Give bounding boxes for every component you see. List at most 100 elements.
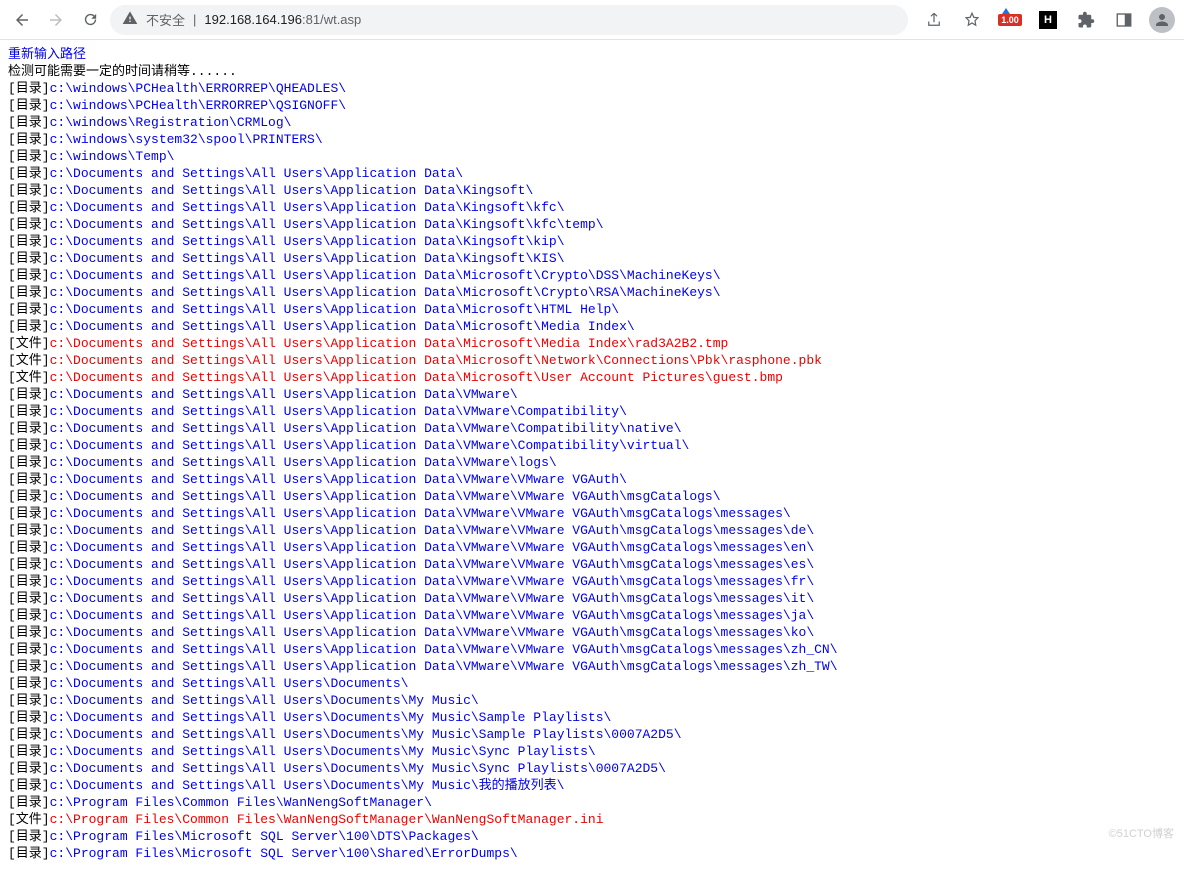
path-link[interactable]: c:\Documents and Settings\All Users\Docu…: [50, 676, 409, 691]
path-link[interactable]: c:\Program Files\Microsoft SQL Server\10…: [50, 829, 479, 844]
path-link[interactable]: c:\Documents and Settings\All Users\Appl…: [50, 455, 557, 470]
browser-toolbar: 不安全 | 192.168.164.196:81/wt.asp 1.00 H: [0, 0, 1184, 40]
dir-label: [目录]: [8, 234, 50, 249]
path-link[interactable]: c:\Documents and Settings\All Users\Docu…: [50, 761, 666, 776]
path-link[interactable]: c:\Documents and Settings\All Users\Appl…: [50, 489, 721, 504]
insecure-label: 不安全: [146, 10, 185, 29]
listing-row: [目录]c:\Documents and Settings\All Users\…: [8, 556, 1176, 573]
wait-text: 检测可能需要一定的时间请稍等......: [8, 63, 1176, 80]
listing-row: [目录]c:\Documents and Settings\All Users\…: [8, 624, 1176, 641]
listing-row: [文件]c:\Documents and Settings\All Users\…: [8, 369, 1176, 386]
path-link[interactable]: c:\Documents and Settings\All Users\Docu…: [50, 710, 612, 725]
path-link[interactable]: c:\Program Files\Common Files\WanNengSof…: [50, 795, 432, 810]
side-panel-button[interactable]: [1110, 6, 1138, 34]
reinput-path-link[interactable]: 重新输入路径: [8, 46, 1176, 63]
listing-row: [文件]c:\Documents and Settings\All Users\…: [8, 335, 1176, 352]
profile-button[interactable]: [1148, 6, 1176, 34]
path-link[interactable]: c:\Documents and Settings\All Users\Appl…: [50, 251, 565, 266]
page-content: 重新输入路径 检测可能需要一定的时间请稍等...... [目录]c:\windo…: [0, 40, 1184, 882]
path-link[interactable]: c:\Documents and Settings\All Users\Docu…: [50, 727, 682, 742]
path-link[interactable]: c:\Documents and Settings\All Users\Appl…: [50, 523, 815, 538]
dir-label: [目录]: [8, 693, 50, 708]
back-button[interactable]: [8, 6, 36, 34]
path-link[interactable]: c:\Documents and Settings\All Users\Appl…: [50, 421, 682, 436]
listing-row: [目录]c:\Documents and Settings\All Users\…: [8, 420, 1176, 437]
path-link[interactable]: c:\Documents and Settings\All Users\Appl…: [50, 438, 690, 453]
listing-row: [目录]c:\Program Files\Common Files\WanNen…: [8, 794, 1176, 811]
dir-label: [目录]: [8, 217, 50, 232]
path-link[interactable]: c:\Documents and Settings\All Users\Appl…: [50, 285, 721, 300]
reload-icon: [82, 11, 99, 28]
warning-icon: [122, 10, 138, 30]
listing-row: [目录]c:\Documents and Settings\All Users\…: [8, 658, 1176, 675]
listing-row: [目录]c:\Program Files\Microsoft SQL Serve…: [8, 845, 1176, 862]
path-link[interactable]: c:\Documents and Settings\All Users\Appl…: [50, 200, 565, 215]
path-link[interactable]: c:\Documents and Settings\All Users\Appl…: [50, 540, 815, 555]
dir-label: [目录]: [8, 557, 50, 572]
listing-row: [目录]c:\Documents and Settings\All Users\…: [8, 386, 1176, 403]
forward-button[interactable]: [42, 6, 70, 34]
path-link[interactable]: c:\windows\Temp\: [50, 149, 175, 164]
path-link[interactable]: c:\windows\PCHealth\ERRORREP\QHEADLES\: [50, 81, 346, 96]
path-link[interactable]: c:\Documents and Settings\All Users\Appl…: [50, 217, 604, 232]
path-link[interactable]: c:\Documents and Settings\All Users\Appl…: [50, 370, 783, 385]
listing-row: [目录]c:\Documents and Settings\All Users\…: [8, 488, 1176, 505]
path-link[interactable]: c:\Program Files\Common Files\WanNengSof…: [50, 812, 604, 827]
dir-label: [目录]: [8, 132, 50, 147]
path-link[interactable]: c:\Documents and Settings\All Users\Appl…: [50, 183, 534, 198]
path-link[interactable]: c:\Documents and Settings\All Users\Docu…: [50, 778, 565, 793]
file-label: [文件]: [8, 336, 50, 351]
extension-h[interactable]: H: [1034, 6, 1062, 34]
listing-row: [目录]c:\windows\Temp\: [8, 148, 1176, 165]
path-link[interactable]: c:\Documents and Settings\All Users\Appl…: [50, 625, 815, 640]
path-link[interactable]: c:\Documents and Settings\All Users\Appl…: [50, 557, 815, 572]
path-link[interactable]: c:\Documents and Settings\All Users\Appl…: [50, 302, 620, 317]
path-link[interactable]: c:\windows\system32\spool\PRINTERS\: [50, 132, 323, 147]
path-link[interactable]: c:\Documents and Settings\All Users\Appl…: [50, 642, 838, 657]
dir-label: [目录]: [8, 149, 50, 164]
listing-row: [目录]c:\Documents and Settings\All Users\…: [8, 777, 1176, 794]
listing-row: [目录]c:\Documents and Settings\All Users\…: [8, 199, 1176, 216]
path-link[interactable]: c:\Documents and Settings\All Users\Appl…: [50, 387, 518, 402]
share-icon: [925, 11, 943, 29]
listing-row: [目录]c:\Documents and Settings\All Users\…: [8, 267, 1176, 284]
path-link[interactable]: c:\windows\PCHealth\ERRORREP\QSIGNOFF\: [50, 98, 346, 113]
path-link[interactable]: c:\Documents and Settings\All Users\Docu…: [50, 693, 479, 708]
path-link[interactable]: c:\Documents and Settings\All Users\Appl…: [50, 336, 729, 351]
address-bar[interactable]: 不安全 | 192.168.164.196:81/wt.asp: [110, 5, 908, 35]
path-link[interactable]: c:\Documents and Settings\All Users\Appl…: [50, 574, 815, 589]
path-link[interactable]: c:\Program Files\Microsoft SQL Server\10…: [50, 846, 518, 861]
dir-label: [目录]: [8, 183, 50, 198]
dir-label: [目录]: [8, 98, 50, 113]
path-link[interactable]: c:\Documents and Settings\All Users\Appl…: [50, 319, 635, 334]
path-link[interactable]: c:\windows\Registration\CRMLog\: [50, 115, 292, 130]
path-link[interactable]: c:\Documents and Settings\All Users\Appl…: [50, 506, 791, 521]
extension-badge[interactable]: 1.00: [996, 6, 1024, 34]
path-link[interactable]: c:\Documents and Settings\All Users\Appl…: [50, 234, 565, 249]
reload-button[interactable]: [76, 6, 104, 34]
bookmark-button[interactable]: [958, 6, 986, 34]
dir-label: [目录]: [8, 489, 50, 504]
path-link[interactable]: c:\Documents and Settings\All Users\Appl…: [50, 472, 627, 487]
path-link[interactable]: c:\Documents and Settings\All Users\Appl…: [50, 353, 822, 368]
path-link[interactable]: c:\Documents and Settings\All Users\Docu…: [50, 744, 596, 759]
dir-label: [目录]: [8, 455, 50, 470]
listing-row: [目录]c:\Documents and Settings\All Users\…: [8, 505, 1176, 522]
dir-label: [目录]: [8, 795, 50, 810]
listing-row: [目录]c:\Documents and Settings\All Users\…: [8, 301, 1176, 318]
dir-label: [目录]: [8, 676, 50, 691]
dir-label: [目录]: [8, 387, 50, 402]
path-link[interactable]: c:\Documents and Settings\All Users\Appl…: [50, 608, 815, 623]
listing-row: [目录]c:\windows\PCHealth\ERRORREP\QSIGNOF…: [8, 97, 1176, 114]
path-link[interactable]: c:\Documents and Settings\All Users\Appl…: [50, 659, 838, 674]
dir-label: [目录]: [8, 404, 50, 419]
listing-row: [目录]c:\Documents and Settings\All Users\…: [8, 403, 1176, 420]
path-link[interactable]: c:\Documents and Settings\All Users\Appl…: [50, 268, 721, 283]
extensions-button[interactable]: [1072, 6, 1100, 34]
path-link[interactable]: c:\Documents and Settings\All Users\Appl…: [50, 591, 815, 606]
path-link[interactable]: c:\Documents and Settings\All Users\Appl…: [50, 404, 627, 419]
listing-row: [目录]c:\Documents and Settings\All Users\…: [8, 454, 1176, 471]
share-button[interactable]: [920, 6, 948, 34]
listing-row: [目录]c:\Documents and Settings\All Users\…: [8, 590, 1176, 607]
path-link[interactable]: c:\Documents and Settings\All Users\Appl…: [50, 166, 463, 181]
